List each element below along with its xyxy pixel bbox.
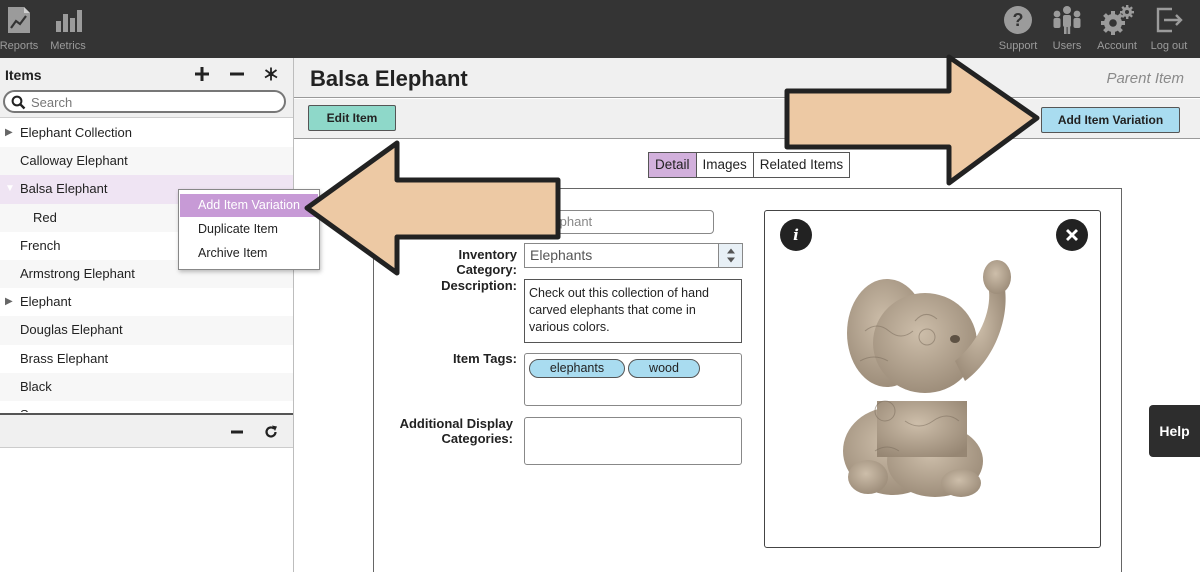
expand-arrow-icon[interactable]: ▶ <box>5 288 13 316</box>
parent-item-label: Parent Item <box>1106 70 1184 87</box>
menu-item-archive[interactable]: Archive Item <box>180 242 318 265</box>
nav-reports-label: Reports <box>0 40 39 52</box>
search-input[interactable] <box>31 94 281 110</box>
display-categories-label: Additional Display <box>399 416 513 431</box>
description-field[interactable]: Check out this collection of hand carved… <box>524 279 742 343</box>
remove-item-button[interactable] <box>227 64 247 84</box>
tag-chip[interactable]: elephants <box>529 359 625 378</box>
tree-item-label: Armstrong Elephant <box>20 265 135 281</box>
account-gear-icon <box>1099 0 1135 40</box>
item-toolbar: Edit Item Add Item Variation <box>294 99 1200 139</box>
collapse-panel-button[interactable] <box>227 422 247 442</box>
elephant-product-image <box>843 260 1011 497</box>
add-item-button[interactable] <box>192 64 212 84</box>
refresh-button[interactable] <box>261 422 281 442</box>
top-nav-bar: Reports Metrics ? Support Users Account … <box>0 0 1200 58</box>
svg-text:?: ? <box>1013 10 1024 30</box>
close-icon <box>1066 229 1078 241</box>
nav-support[interactable]: ? Support <box>996 0 1040 58</box>
nav-account-label: Account <box>1097 40 1137 52</box>
sidebar-footer <box>0 413 293 448</box>
item-tags-label: Item Tags: <box>452 351 517 366</box>
logout-icon <box>1154 0 1184 40</box>
image-info-button[interactable]: i <box>780 219 812 251</box>
reports-icon <box>6 0 32 40</box>
item-tags-field[interactable]: elephants wood <box>524 353 742 406</box>
tree-item-label: Black <box>20 378 52 394</box>
nav-users[interactable]: Users <box>1048 0 1086 58</box>
minus-icon <box>231 430 243 434</box>
users-icon <box>1050 0 1084 40</box>
inventory-category-value: Elephants <box>530 247 593 263</box>
tab-detail[interactable]: Detail <box>649 153 696 177</box>
info-icon: i <box>793 227 799 243</box>
tree-item-elephant[interactable]: ▶ Elephant <box>0 288 293 316</box>
nav-logout-label: Log out <box>1150 40 1188 52</box>
tree-item-label: Douglas Elephant <box>20 322 123 338</box>
tree-item-brass-elephant[interactable]: Brass Elephant <box>0 345 293 373</box>
search-box[interactable] <box>3 90 286 113</box>
minus-icon <box>230 72 244 76</box>
item-context-menu: Add Item Variation Duplicate Item Archiv… <box>178 189 320 270</box>
display-categories-label-line2: Categories: <box>441 431 513 446</box>
nav-metrics[interactable]: Metrics <box>48 0 88 58</box>
item-header: Balsa Elephant Parent Item <box>294 58 1200 98</box>
page-title: Balsa Elephant <box>310 66 468 91</box>
image-remove-button[interactable] <box>1056 219 1088 251</box>
add-item-variation-button[interactable]: Add Item Variation <box>1041 107 1180 133</box>
inventory-category-select[interactable]: Elephants <box>524 243 743 268</box>
tab-related-items[interactable]: Related Items <box>752 153 849 177</box>
search-icon <box>11 95 26 113</box>
tree-item-black[interactable]: Black <box>0 372 293 401</box>
asterisk-nodes-icon <box>264 67 278 81</box>
item-name-field[interactable]: a Elephant <box>524 210 714 234</box>
spinner-arrows-icon[interactable] <box>718 244 742 267</box>
metrics-icon <box>53 0 83 40</box>
svg-text:i: i <box>793 227 799 243</box>
display-categories-field[interactable] <box>524 417 742 465</box>
plus-icon <box>195 67 209 81</box>
nav-metrics-label: Metrics <box>50 40 86 52</box>
tree-item-label: Brass Elephant <box>20 350 109 366</box>
items-title: Items <box>5 67 42 83</box>
nav-logout[interactable]: Log out <box>1147 0 1191 58</box>
nav-users-label: Users <box>1052 40 1082 52</box>
edit-item-button[interactable]: Edit Item <box>308 105 396 131</box>
help-button[interactable]: Help <box>1149 405 1200 457</box>
description-label: Description: <box>441 278 517 293</box>
nav-account[interactable]: Account <box>1094 0 1140 58</box>
menu-item-duplicate[interactable]: Duplicate Item <box>180 218 318 241</box>
tag-chip[interactable]: wood <box>628 359 700 378</box>
item-image-panel: i <box>764 210 1101 548</box>
tree-item-label: Elephant Collection <box>20 125 133 140</box>
refresh-icon <box>265 425 277 438</box>
support-icon: ? <box>1003 0 1033 40</box>
nav-support-label: Support <box>998 40 1038 52</box>
expand-arrow-icon[interactable]: ▶ <box>5 119 13 147</box>
items-header: Items <box>0 58 293 118</box>
detail-tabs: Detail Images Related Items <box>648 152 851 178</box>
tree-item-douglas-elephant[interactable]: Douglas Elephant <box>0 316 293 345</box>
tree-item-label: Elephant <box>20 294 72 310</box>
tree-item-label: Balsa Elephant <box>20 181 108 197</box>
tree-item-calloway-elephant[interactable]: Calloway Elephant <box>0 147 293 176</box>
tree-item-label: French <box>20 237 61 253</box>
tree-item-label: Sage <box>20 401 50 412</box>
item-options-button[interactable] <box>261 64 281 84</box>
inventory-category-label: Inventory Category: <box>456 247 517 277</box>
tree-item-label: Red <box>33 209 57 225</box>
tree-item-sage[interactable]: Sage <box>0 401 293 412</box>
items-sidebar: Items ▶ Elephant Collection Calloway Ele… <box>0 58 294 572</box>
tab-images[interactable]: Images <box>695 153 753 177</box>
menu-item-add-variation[interactable]: Add Item Variation <box>180 194 318 217</box>
tree-item-label: Calloway Elephant <box>20 153 128 169</box>
nav-reports[interactable]: Reports <box>0 0 40 58</box>
tree-item-elephant-collection[interactable]: ▶ Elephant Collection <box>0 119 293 147</box>
collapse-arrow-icon[interactable]: ▼ <box>5 175 15 203</box>
